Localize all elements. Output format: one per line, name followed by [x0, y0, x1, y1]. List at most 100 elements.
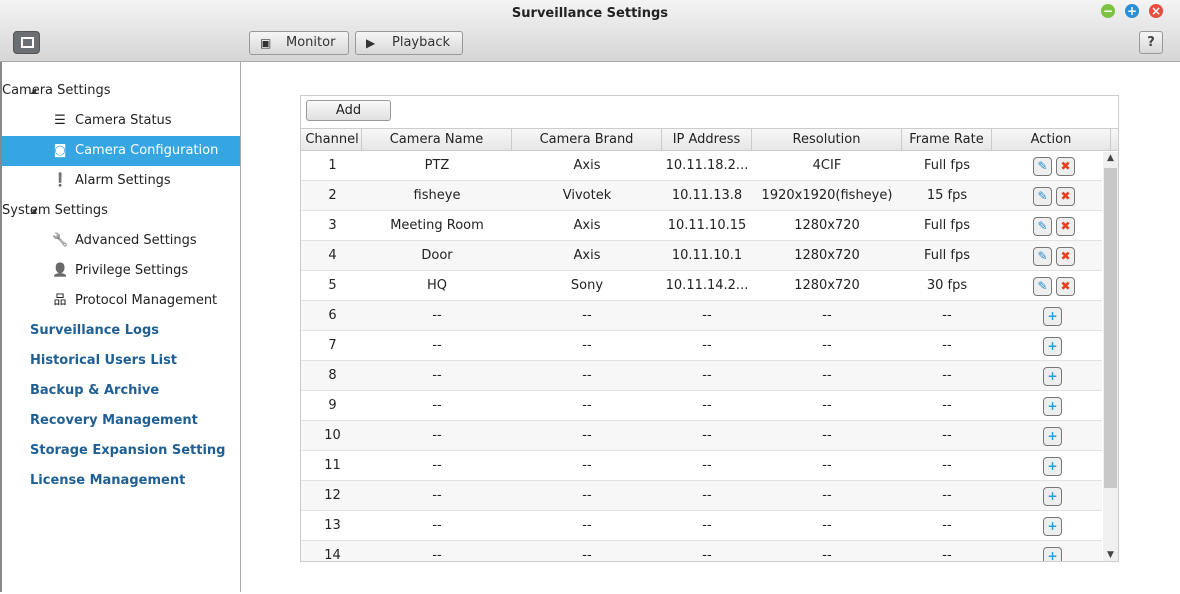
- sidebar-item-protocol-management[interactable]: 品 Protocol Management: [2, 286, 240, 316]
- cell-camera-name: --: [432, 548, 442, 562]
- edit-icon[interactable]: ✎: [1033, 277, 1052, 296]
- add-camera-icon[interactable]: +: [1043, 427, 1062, 446]
- edit-icon[interactable]: ✎: [1033, 187, 1052, 206]
- scrollbar[interactable]: ▲ ▼: [1103, 152, 1118, 561]
- table-row[interactable]: 10 -- -- -- -- -- +: [301, 421, 1102, 451]
- scroll-down-icon[interactable]: ▼: [1103, 550, 1118, 560]
- sidebar-item-camera-settings[interactable]: ◢ Camera Settings: [2, 76, 240, 106]
- sidebar-item-storage-expansion-setting[interactable]: Storage Expansion Setting: [2, 436, 240, 466]
- add-camera-icon[interactable]: +: [1043, 457, 1062, 476]
- table-row[interactable]: 8 -- -- -- -- -- +: [301, 361, 1102, 391]
- window-title: Surveillance Settings: [511, 6, 669, 21]
- table-row[interactable]: 1 PTZ Axis 10.11.18.2... 4CIF Full fps ✎ ✖: [301, 151, 1102, 181]
- add-camera-icon[interactable]: +: [1043, 367, 1062, 386]
- sidebar-item-recovery-management[interactable]: Recovery Management: [2, 406, 240, 436]
- cell-channel: 8: [328, 368, 337, 383]
- add-camera-icon[interactable]: +: [1043, 517, 1062, 536]
- cell-channel: 7: [328, 338, 337, 353]
- play-icon: ▶: [366, 36, 376, 50]
- wrench-icon: 🔧: [52, 233, 69, 248]
- help-button[interactable]: ?: [1139, 31, 1163, 54]
- sidebar-item-historical-users-list[interactable]: Historical Users List: [2, 346, 240, 376]
- cell-channel: 4: [328, 248, 337, 263]
- column-header-resolution[interactable]: Resolution: [752, 129, 902, 151]
- table-row[interactable]: 3 Meeting Room Axis 10.11.10.15 1280x720 Full…: [301, 211, 1102, 241]
- cell-channel: 5: [328, 278, 337, 293]
- cell-channel: 2: [328, 188, 337, 203]
- column-header-camera-brand[interactable]: Camera Brand: [512, 129, 662, 151]
- cell-frame-rate: Full fps: [924, 158, 970, 173]
- sidebar-item-label: Surveillance Logs: [30, 323, 160, 338]
- cell-camera-name: Door: [421, 248, 453, 263]
- cell-resolution: 1280x720: [794, 218, 860, 233]
- sidebar-item-alarm-settings[interactable]: ❗ Alarm Settings: [2, 166, 240, 196]
- sidebar-item-label: Camera Configuration: [75, 143, 219, 158]
- sidebar-item-label: Storage Expansion Setting: [30, 443, 226, 458]
- playback-button[interactable]: ▶ Playback: [355, 31, 463, 55]
- playback-label: Playback: [392, 35, 451, 50]
- scrollbar-thumb[interactable]: [1104, 168, 1117, 488]
- sidebar-item-backup-archive[interactable]: Backup & Archive: [2, 376, 240, 406]
- cell-frame-rate: --: [942, 398, 952, 413]
- column-header-camera-name[interactable]: Camera Name: [362, 129, 512, 151]
- delete-icon[interactable]: ✖: [1056, 277, 1075, 296]
- delete-icon[interactable]: ✖: [1056, 157, 1075, 176]
- cell-frame-rate: Full fps: [924, 248, 970, 263]
- minimize-icon[interactable]: −: [1101, 4, 1115, 18]
- cell-camera-brand: --: [582, 338, 592, 353]
- monitor-button[interactable]: ▣ Monitor: [249, 31, 349, 55]
- close-icon[interactable]: ×: [1149, 4, 1163, 18]
- cell-frame-rate: --: [942, 518, 952, 533]
- cell-ip-address: 10.11.13.8: [671, 188, 743, 203]
- column-header-frame-rate[interactable]: Frame Rate: [902, 129, 992, 151]
- edit-icon[interactable]: ✎: [1033, 247, 1052, 266]
- table-row[interactable]: 2 fisheye Vivotek 10.11.13.8 1920x1920(fishe…: [301, 181, 1102, 211]
- table-row[interactable]: 13 -- -- -- -- -- +: [301, 511, 1102, 541]
- add-camera-icon[interactable]: +: [1043, 337, 1062, 356]
- add-camera-icon[interactable]: +: [1043, 547, 1062, 561]
- sidebar-item-camera-configuration[interactable]: ◙ Camera Configuration: [2, 136, 240, 166]
- table-row[interactable]: 4 Door Axis 10.11.10.1 1280x720 Full fps ✎ ✖: [301, 241, 1102, 271]
- cell-frame-rate: --: [942, 368, 952, 383]
- sidebar-item-label: Camera Status: [75, 113, 172, 128]
- edit-icon[interactable]: ✎: [1033, 217, 1052, 236]
- add-camera-icon[interactable]: +: [1043, 487, 1062, 506]
- table-row[interactable]: 12 -- -- -- -- -- +: [301, 481, 1102, 511]
- table-row[interactable]: 6 -- -- -- -- -- +: [301, 301, 1102, 331]
- table-row[interactable]: 11 -- -- -- -- -- +: [301, 451, 1102, 481]
- cell-camera-brand: Sony: [570, 278, 604, 293]
- sidebar-item-license-management[interactable]: License Management: [2, 466, 240, 496]
- cell-ip-address: 10.11.14.2...: [665, 278, 749, 293]
- maximize-icon[interactable]: +: [1125, 4, 1139, 18]
- sidebar-item-label: System Settings: [2, 203, 108, 218]
- column-header-ip-address[interactable]: IP Address: [662, 129, 752, 151]
- add-camera-icon[interactable]: +: [1043, 307, 1062, 326]
- cell-channel: 10: [324, 428, 341, 443]
- table-row[interactable]: 9 -- -- -- -- -- +: [301, 391, 1102, 421]
- delete-icon[interactable]: ✖: [1056, 217, 1075, 236]
- sidebar-item-camera-status[interactable]: ☰ Camera Status: [2, 106, 240, 136]
- cell-ip-address: --: [702, 548, 712, 562]
- toggle-sidebar-button[interactable]: [13, 31, 40, 54]
- scroll-up-icon[interactable]: ▲: [1103, 153, 1118, 163]
- cell-camera-brand: Vivotek: [562, 188, 612, 203]
- table-row[interactable]: 5 HQ Sony 10.11.14.2... 1280x720 30 fps ✎ ✖: [301, 271, 1102, 301]
- cell-resolution: 4CIF: [812, 158, 842, 173]
- column-header-channel[interactable]: Channel: [303, 129, 362, 151]
- add-button[interactable]: Add: [306, 100, 391, 121]
- delete-icon[interactable]: ✖: [1056, 247, 1075, 266]
- sidebar-item-privilege-settings[interactable]: 👤 Privilege Settings: [2, 256, 240, 286]
- table-row[interactable]: 7 -- -- -- -- -- +: [301, 331, 1102, 361]
- cell-camera-brand: --: [582, 548, 592, 562]
- cell-resolution: --: [822, 488, 832, 503]
- cell-frame-rate: --: [942, 428, 952, 443]
- delete-icon[interactable]: ✖: [1056, 187, 1075, 206]
- sidebar-item-system-settings[interactable]: ◢ System Settings: [2, 196, 240, 226]
- column-header-action[interactable]: Action: [992, 129, 1111, 151]
- sidebar-item-surveillance-logs[interactable]: Surveillance Logs: [2, 316, 240, 346]
- table-row[interactable]: 14 -- -- -- -- -- +: [301, 541, 1102, 562]
- sidebar-item-advanced-settings[interactable]: 🔧 Advanced Settings: [2, 226, 240, 256]
- cell-resolution: --: [822, 428, 832, 443]
- add-camera-icon[interactable]: +: [1043, 397, 1062, 416]
- edit-icon[interactable]: ✎: [1033, 157, 1052, 176]
